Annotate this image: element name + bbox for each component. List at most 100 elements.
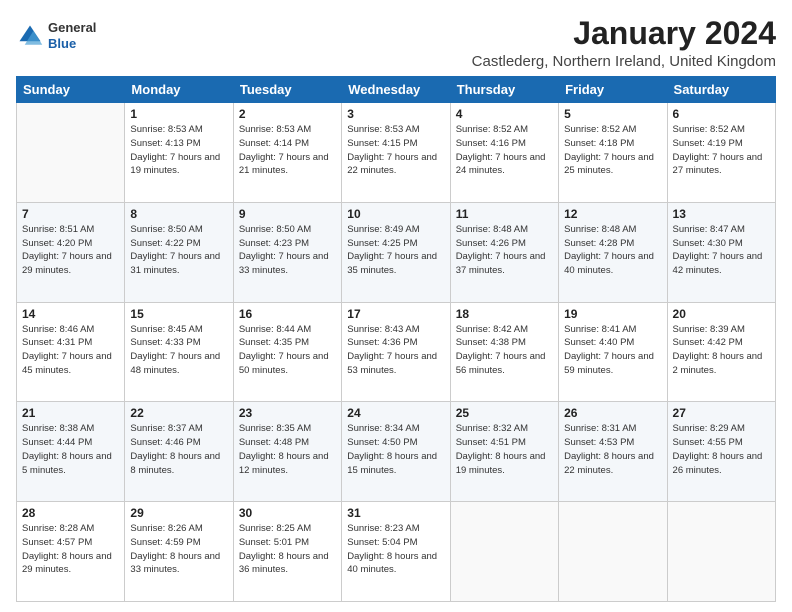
calendar-cell: 10 Sunrise: 8:49 AMSunset: 4:25 PMDayligh… [342,202,450,302]
header-monday: Monday [125,77,233,103]
day-number: 27 [673,406,770,420]
day-info: Sunrise: 8:53 AMSunset: 4:13 PMDaylight:… [130,123,227,178]
day-info: Sunrise: 8:28 AMSunset: 4:57 PMDaylight:… [22,522,119,577]
calendar-cell: 27Sunrise: 8:29 AMSunset: 4:55 PMDayligh… [667,402,775,502]
day-info: Sunrise: 8:39 AMSunset: 4:42 PMDaylight:… [673,323,770,378]
day-number: 26 [564,406,661,420]
day-info: Sunrise: 8:44 AMSunset: 4:35 PMDaylight:… [239,323,336,378]
calendar-cell: 28 Sunrise: 8:28 AMSunset: 4:57 PMDayligh… [17,502,125,602]
day-info: Sunrise: 8:41 AMSunset: 4:40 PMDaylight:… [564,323,661,378]
logo-general-text: General [48,20,96,36]
day-number: 19 [564,307,661,321]
header-tuesday: Tuesday [233,77,341,103]
day-number: 22 [130,406,227,420]
calendar-cell: 16 Sunrise: 8:44 AMSunset: 4:35 PMDayligh… [233,302,341,402]
day-number: 25 [456,406,553,420]
calendar-cell: 15Sunrise: 8:45 AMSunset: 4:33 PMDayligh… [125,302,233,402]
month-title: January 2024 [472,16,776,51]
day-number: 16 [239,307,336,321]
day-number: 28 [22,506,119,520]
calendar-cell: 12 Sunrise: 8:48 AMSunset: 4:28 PMDayligh… [559,202,667,302]
day-number: 29 [130,506,227,520]
day-number: 7 [22,207,119,221]
day-info: Sunrise: 8:31 AMSunset: 4:53 PMDaylight:… [564,422,661,477]
day-number: 12 [564,207,661,221]
calendar-cell: 30 Sunrise: 8:25 AMSunset: 5:01 PMDayligh… [233,502,341,602]
day-number: 21 [22,406,119,420]
day-number: 5 [564,107,661,121]
calendar-cell: 2 Sunrise: 8:53 AMSunset: 4:14 PMDaylight… [233,103,341,203]
calendar-cell: 4Sunrise: 8:52 AMSunset: 4:16 PMDaylight… [450,103,558,203]
calendar-cell: 14 Sunrise: 8:46 AMSunset: 4:31 PMDayligh… [17,302,125,402]
page: General Blue January 2024 Castlederg, No… [0,0,792,612]
day-number: 30 [239,506,336,520]
calendar-cell: 8 Sunrise: 8:50 AMSunset: 4:22 PMDaylight… [125,202,233,302]
day-info: Sunrise: 8:52 AMSunset: 4:18 PMDaylight:… [564,123,661,178]
header-sunday: Sunday [17,77,125,103]
day-number: 20 [673,307,770,321]
calendar-cell: 31Sunrise: 8:23 AMSunset: 5:04 PMDayligh… [342,502,450,602]
header: General Blue January 2024 Castlederg, No… [16,16,776,70]
calendar-cell: 7 Sunrise: 8:51 AMSunset: 4:20 PMDaylight… [17,202,125,302]
day-info: Sunrise: 8:51 AMSunset: 4:20 PMDaylight:… [22,223,119,278]
day-info: Sunrise: 8:38 AMSunset: 4:44 PMDaylight:… [22,422,119,477]
day-info: Sunrise: 8:37 AMSunset: 4:46 PMDaylight:… [130,422,227,477]
day-info: Sunrise: 8:53 AMSunset: 4:15 PMDaylight:… [347,123,444,178]
day-info: Sunrise: 8:25 AMSunset: 5:01 PMDaylight:… [239,522,336,577]
day-number: 24 [347,406,444,420]
day-info: Sunrise: 8:46 AMSunset: 4:31 PMDaylight:… [22,323,119,378]
day-info: Sunrise: 8:49 AMSunset: 4:25 PMDaylight:… [347,223,444,278]
logo-text: General Blue [48,20,96,51]
calendar-cell: 11 Sunrise: 8:48 AMSunset: 4:26 PMDayligh… [450,202,558,302]
calendar-week-row: 7 Sunrise: 8:51 AMSunset: 4:20 PMDaylight… [17,202,776,302]
calendar-cell: 5 Sunrise: 8:52 AMSunset: 4:18 PMDaylight… [559,103,667,203]
day-number: 17 [347,307,444,321]
day-info: Sunrise: 8:53 AMSunset: 4:14 PMDaylight:… [239,123,336,178]
day-info: Sunrise: 8:42 AMSunset: 4:38 PMDaylight:… [456,323,553,378]
calendar-cell [17,103,125,203]
calendar-cell: 6Sunrise: 8:52 AMSunset: 4:19 PMDaylight… [667,103,775,203]
day-number: 11 [456,207,553,221]
day-number: 8 [130,207,227,221]
day-info: Sunrise: 8:45 AMSunset: 4:33 PMDaylight:… [130,323,227,378]
day-info: Sunrise: 8:34 AMSunset: 4:50 PMDaylight:… [347,422,444,477]
calendar-cell: 1Sunrise: 8:53 AMSunset: 4:13 PMDaylight… [125,103,233,203]
calendar-cell [450,502,558,602]
day-number: 14 [22,307,119,321]
day-info: Sunrise: 8:50 AMSunset: 4:22 PMDaylight:… [130,223,227,278]
weekday-header-row: Sunday Monday Tuesday Wednesday Thursday… [17,77,776,103]
day-number: 2 [239,107,336,121]
calendar-table: Sunday Monday Tuesday Wednesday Thursday… [16,76,776,602]
calendar-cell: 21 Sunrise: 8:38 AMSunset: 4:44 PMDayligh… [17,402,125,502]
calendar-cell [559,502,667,602]
day-number: 18 [456,307,553,321]
header-thursday: Thursday [450,77,558,103]
calendar-cell: 26 Sunrise: 8:31 AMSunset: 4:53 PMDayligh… [559,402,667,502]
day-info: Sunrise: 8:35 AMSunset: 4:48 PMDaylight:… [239,422,336,477]
header-friday: Friday [559,77,667,103]
calendar-cell: 17 Sunrise: 8:43 AMSunset: 4:36 PMDayligh… [342,302,450,402]
day-number: 10 [347,207,444,221]
day-info: Sunrise: 8:43 AMSunset: 4:36 PMDaylight:… [347,323,444,378]
calendar-cell: 29Sunrise: 8:26 AMSunset: 4:59 PMDayligh… [125,502,233,602]
day-number: 13 [673,207,770,221]
day-info: Sunrise: 8:48 AMSunset: 4:26 PMDaylight:… [456,223,553,278]
day-info: Sunrise: 8:52 AMSunset: 4:16 PMDaylight:… [456,123,553,178]
day-info: Sunrise: 8:52 AMSunset: 4:19 PMDaylight:… [673,123,770,178]
calendar-cell: 19 Sunrise: 8:41 AMSunset: 4:40 PMDayligh… [559,302,667,402]
logo-blue-text: Blue [48,36,96,52]
title-block: January 2024 Castlederg, Northern Irelan… [472,16,776,70]
calendar-week-row: 1Sunrise: 8:53 AMSunset: 4:13 PMDaylight… [17,103,776,203]
header-wednesday: Wednesday [342,77,450,103]
calendar-cell: 20 Sunrise: 8:39 AMSunset: 4:42 PMDayligh… [667,302,775,402]
day-info: Sunrise: 8:47 AMSunset: 4:30 PMDaylight:… [673,223,770,278]
logo: General Blue [16,20,96,51]
day-info: Sunrise: 8:48 AMSunset: 4:28 PMDaylight:… [564,223,661,278]
calendar-cell: 23 Sunrise: 8:35 AMSunset: 4:48 PMDayligh… [233,402,341,502]
logo-icon [16,22,44,50]
calendar-cell: 18 Sunrise: 8:42 AMSunset: 4:38 PMDayligh… [450,302,558,402]
day-number: 23 [239,406,336,420]
calendar-cell [667,502,775,602]
day-info: Sunrise: 8:23 AMSunset: 5:04 PMDaylight:… [347,522,444,577]
header-saturday: Saturday [667,77,775,103]
